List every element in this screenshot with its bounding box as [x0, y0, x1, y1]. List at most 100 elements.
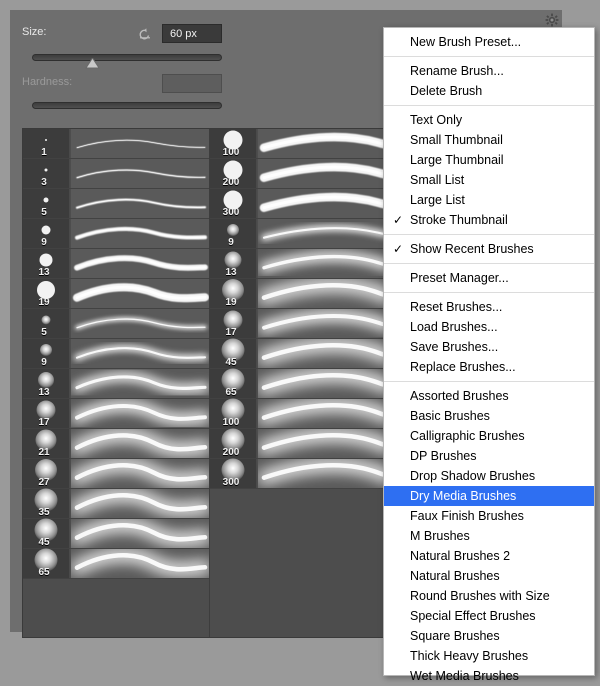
menu-item-square-brushes[interactable]: Square Brushes — [384, 626, 594, 646]
menu-item-label: New Brush Preset... — [410, 35, 522, 49]
menu-item-large-list[interactable]: Large List — [384, 190, 594, 210]
menu-separator — [384, 234, 594, 235]
brush-list-item[interactable]: 200 — [210, 159, 396, 189]
brush-list-item[interactable]: 45 — [210, 338, 396, 369]
brush-list-item[interactable]: 27 — [23, 459, 209, 489]
brush-thumbnail: 3 — [23, 159, 70, 188]
brush-stroke-preview — [258, 399, 396, 428]
menu-item-rename-brush[interactable]: Rename Brush... — [384, 61, 594, 81]
brush-list-item[interactable]: 5 — [23, 309, 209, 339]
brush-size-label: 9 — [41, 237, 47, 248]
brush-list-item[interactable]: 45 — [23, 518, 209, 549]
brush-stroke-preview — [258, 249, 396, 278]
brush-thumbnail-dot — [45, 139, 47, 141]
menu-item-thick-heavy-brushes[interactable]: Thick Heavy Brushes — [384, 646, 594, 666]
brush-list-item[interactable]: 19 — [210, 279, 396, 309]
size-slider-track[interactable] — [32, 54, 222, 61]
menu-item-label: Assorted Brushes — [410, 389, 509, 403]
menu-item-natural-brushes[interactable]: Natural Brushes — [384, 566, 594, 586]
brush-list-item[interactable]: 17 — [23, 399, 209, 429]
brush-stroke-preview — [258, 189, 396, 218]
brush-list-item[interactable]: 13 — [23, 369, 209, 399]
menu-item-label: Faux Finish Brushes — [410, 509, 524, 523]
menu-item-show-recent-brushes[interactable]: ✓ Show Recent Brushes — [384, 239, 594, 259]
menu-item-label: DP Brushes — [410, 449, 477, 463]
size-slider-handle[interactable] — [84, 56, 100, 69]
brush-stroke-preview — [71, 159, 209, 188]
menu-item-wet-media-brushes[interactable]: Wet Media Brushes — [384, 666, 594, 686]
brush-list-item[interactable]: 35 — [23, 488, 209, 519]
brush-thumbnail-dot — [41, 225, 51, 235]
menu-separator — [384, 105, 594, 106]
brush-list-item[interactable]: 13 — [23, 249, 209, 279]
menu-item-round-brushes-with-size[interactable]: Round Brushes with Size — [384, 586, 594, 606]
menu-item-basic-brushes[interactable]: Basic Brushes — [384, 406, 594, 426]
menu-item-special-effect-brushes[interactable]: Special Effect Brushes — [384, 606, 594, 626]
menu-item-dp-brushes[interactable]: DP Brushes — [384, 446, 594, 466]
brush-list-item[interactable]: 200 — [210, 428, 396, 459]
menu-item-faux-finish-brushes[interactable]: Faux Finish Brushes — [384, 506, 594, 526]
brush-list-item[interactable]: 13 — [210, 249, 396, 279]
brush-thumbnail: 9 — [210, 219, 257, 248]
brush-thumbnail: 21 — [23, 429, 70, 458]
brush-list-item[interactable]: 65 — [23, 548, 209, 579]
menu-item-calligraphic-brushes[interactable]: Calligraphic Brushes — [384, 426, 594, 446]
brush-thumbnail: 9 — [23, 339, 70, 368]
panel-context-menu[interactable]: New Brush Preset... Rename Brush... Delete… — [383, 27, 595, 683]
brush-thumbnail: 45 — [210, 338, 257, 368]
brush-list-item[interactable]: 5 — [23, 189, 209, 219]
brush-list-item[interactable]: 100 — [210, 129, 396, 159]
gear-icon — [545, 13, 559, 27]
brush-thumbnail: 17 — [210, 309, 257, 338]
brush-size-label: 65 — [225, 387, 237, 398]
menu-item-new-brush-preset[interactable]: New Brush Preset... — [384, 32, 594, 52]
menu-item-small-list[interactable]: Small List — [384, 170, 594, 190]
menu-item-replace-brushes[interactable]: Replace Brushes... — [384, 357, 594, 377]
menu-item-m-brushes[interactable]: M Brushes — [384, 526, 594, 546]
menu-item-dry-media-brushes[interactable]: Dry Media Brushes — [384, 486, 594, 506]
menu-item-assorted-brushes[interactable]: Assorted Brushes — [384, 386, 594, 406]
menu-item-save-brushes[interactable]: Save Brushes... — [384, 337, 594, 357]
menu-item-load-brushes[interactable]: Load Brushes... — [384, 317, 594, 337]
brush-list-item[interactable]: 300 — [210, 189, 396, 219]
brush-stroke-preview — [258, 159, 396, 188]
menu-item-drop-shadow-brushes[interactable]: Drop Shadow Brushes — [384, 466, 594, 486]
brush-thumbnail: 300 — [210, 458, 257, 488]
menu-item-delete-brush[interactable]: Delete Brush — [384, 81, 594, 101]
brush-list-item[interactable]: 1 — [23, 129, 209, 159]
brush-stroke-preview — [258, 279, 396, 308]
brush-list-item[interactable]: 300 — [210, 458, 396, 489]
menu-item-text-only[interactable]: Text Only — [384, 110, 594, 130]
brush-stroke-preview — [71, 459, 209, 488]
brush-list-item[interactable]: 100 — [210, 398, 396, 429]
menu-item-label: Natural Brushes 2 — [410, 549, 511, 563]
menu-item-reset-brushes[interactable]: Reset Brushes... — [384, 297, 594, 317]
size-input[interactable]: 60 px — [162, 24, 222, 43]
brush-list-item[interactable]: 3 — [23, 159, 209, 189]
brush-size-label: 13 — [38, 267, 50, 278]
hardness-slider-track — [32, 102, 222, 109]
brush-thumbnail-dot — [38, 372, 54, 388]
brush-size-label: 13 — [225, 267, 237, 278]
brush-list-item[interactable]: 21 — [23, 429, 209, 459]
reset-arrow-icon[interactable] — [137, 26, 153, 42]
brush-thumbnail: 5 — [23, 309, 70, 338]
menu-item-small-thumbnail[interactable]: Small Thumbnail — [384, 130, 594, 150]
brush-list-item[interactable]: 9 — [210, 219, 396, 249]
brush-list-item[interactable]: 65 — [210, 368, 396, 399]
brush-stroke-preview — [258, 339, 396, 368]
menu-item-natural-brushes-2[interactable]: Natural Brushes 2 — [384, 546, 594, 566]
menu-separator — [384, 56, 594, 57]
brush-list-item[interactable]: 19 — [23, 279, 209, 309]
brush-stroke-preview — [71, 429, 209, 458]
brush-list-item[interactable]: 17 — [210, 309, 396, 339]
brush-list-item[interactable]: 9 — [23, 219, 209, 249]
menu-item-large-thumbnail[interactable]: Large Thumbnail — [384, 150, 594, 170]
brush-size-label: 9 — [41, 357, 47, 368]
menu-item-stroke-thumbnail[interactable]: ✓ Stroke Thumbnail — [384, 210, 594, 230]
menu-item-preset-manager[interactable]: Preset Manager... — [384, 268, 594, 288]
brush-list-item[interactable]: 9 — [23, 339, 209, 369]
brush-thumbnail: 5 — [23, 189, 70, 218]
brush-size-label: 9 — [228, 237, 234, 248]
brush-stroke-preview — [258, 309, 396, 338]
